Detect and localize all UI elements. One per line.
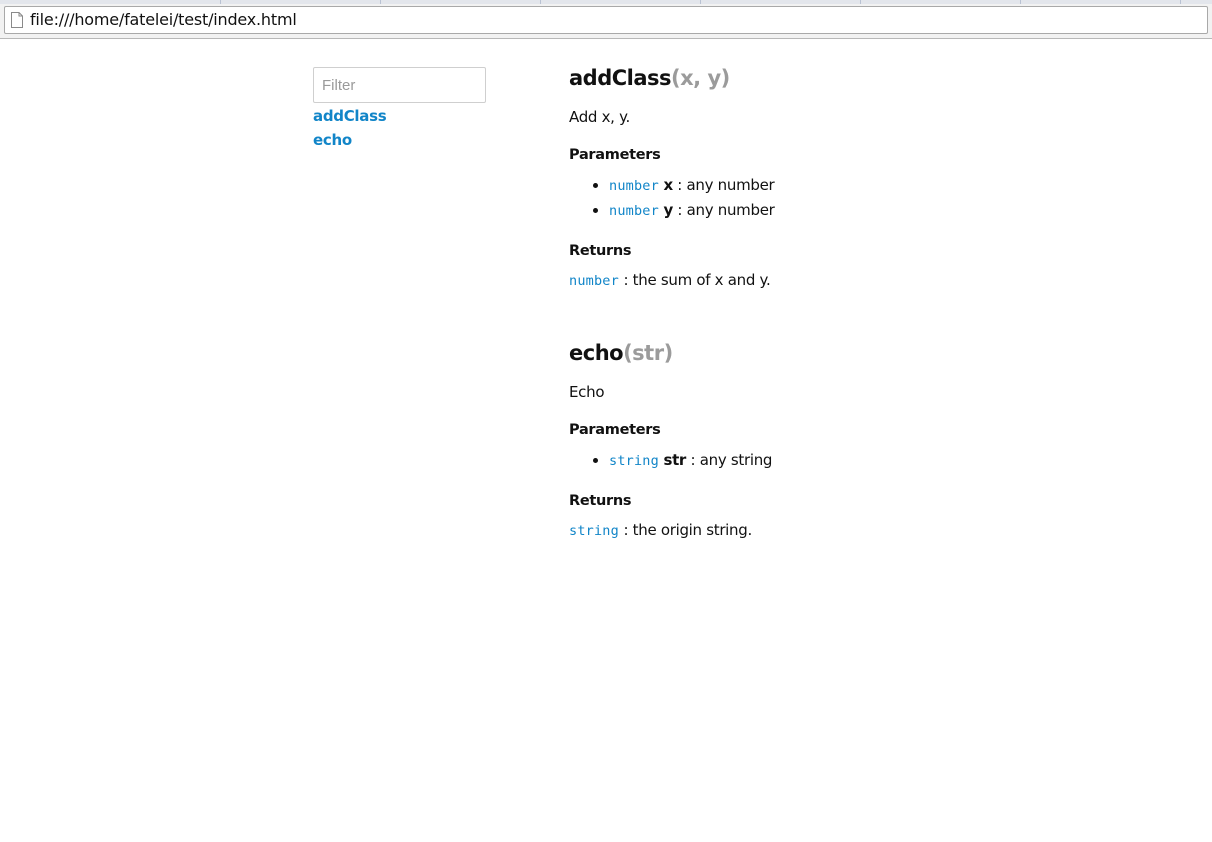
return-description: : the sum of x and y. — [623, 271, 771, 289]
nav-link-echo[interactable]: echo — [313, 131, 352, 149]
function-description: Echo — [569, 383, 605, 401]
function-section-echo: echo(str) Echo Parameters string str : a… — [569, 335, 1169, 542]
param-type: number — [609, 203, 659, 219]
parameter-item: number x : any number — [609, 173, 1169, 198]
function-title: addClass(x, y) — [569, 60, 1169, 96]
function-title: echo(str) — [569, 335, 1169, 371]
function-name: addClass — [569, 66, 672, 90]
param-description: : any number — [677, 201, 775, 219]
address-bar[interactable]: file:///home/fatelei/test/index.html — [4, 6, 1208, 34]
function-signature: (x, y) — [671, 66, 730, 90]
param-type: string — [609, 453, 659, 469]
parameters-heading: Parameters — [569, 147, 661, 163]
parameter-item: number y : any number — [609, 198, 1169, 223]
returns-heading: Returns — [569, 243, 632, 259]
page-icon — [11, 12, 23, 28]
nav-item: addClass — [313, 105, 387, 129]
returns-line: string : the origin string. — [569, 519, 1169, 542]
parameters-heading: Parameters — [569, 422, 661, 438]
function-description: Add x, y. — [569, 108, 631, 126]
function-signature: (str) — [623, 341, 673, 365]
nav-link-addclass[interactable]: addClass — [313, 107, 387, 125]
toolbar: file:///home/fatelei/test/index.html — [0, 4, 1212, 39]
returns-line: number : the sum of x and y. — [569, 269, 1169, 292]
function-name: echo — [569, 341, 624, 365]
parameter-list: number x : any number number y : any num… — [569, 173, 1169, 223]
parameter-item: string str : any string — [609, 448, 1169, 473]
function-nav: addClass echo — [313, 105, 387, 153]
return-description: : the origin string. — [623, 521, 752, 539]
return-type: string — [569, 523, 619, 539]
function-section-addclass: addClass(x, y) Add x, y. Parameters numb… — [569, 60, 1169, 292]
param-name: str — [663, 451, 687, 469]
param-type: number — [609, 178, 659, 194]
returns-heading: Returns — [569, 493, 632, 509]
filter-input[interactable] — [313, 67, 486, 103]
param-description: : any number — [677, 176, 775, 194]
nav-item: echo — [313, 129, 386, 153]
return-type: number — [569, 273, 619, 289]
param-description: : any string — [690, 451, 773, 469]
main-content: addClass(x, y) Add x, y. Parameters numb… — [569, 60, 1169, 585]
param-name: x — [663, 176, 673, 194]
param-name: y — [663, 201, 673, 219]
parameter-list: string str : any string — [569, 448, 1169, 473]
url-text[interactable]: file:///home/fatelei/test/index.html — [30, 10, 297, 30]
